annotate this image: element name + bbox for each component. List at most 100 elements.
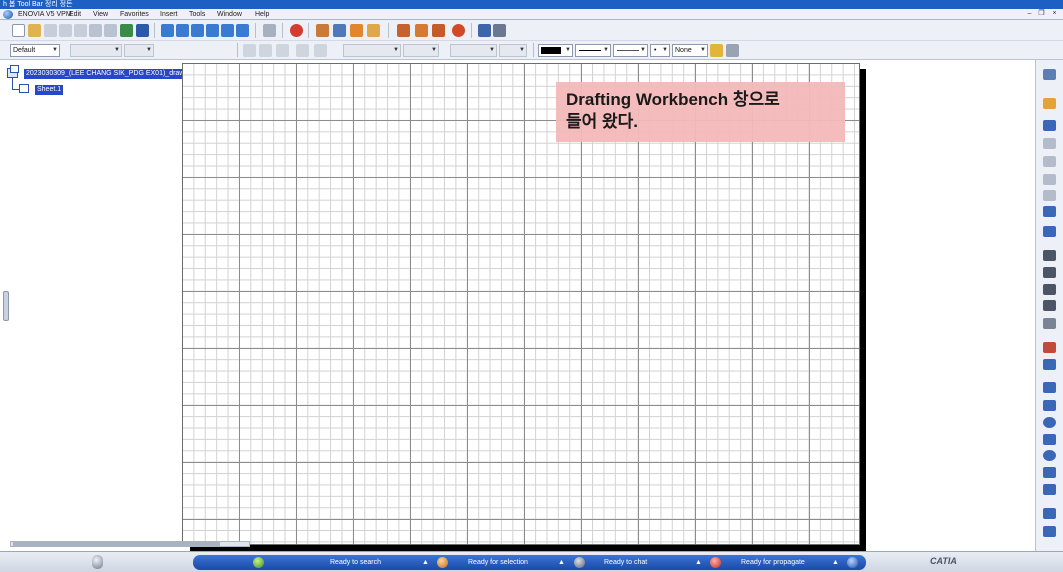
compass-icon[interactable]: [92, 555, 103, 569]
roughness-icon[interactable]: [1043, 318, 1056, 329]
green-orb-icon[interactable]: [253, 557, 264, 568]
dimension-icon[interactable]: [1043, 284, 1056, 295]
tools-palette-icon[interactable]: [478, 24, 491, 37]
caret-up-icon[interactable]: ▲: [832, 555, 839, 570]
table-insert-icon[interactable]: [1043, 267, 1056, 278]
caret-up-icon[interactable]: ▲: [422, 555, 429, 570]
whats-this-icon[interactable]: [120, 24, 133, 37]
scrollbar-thumb[interactable]: [13, 542, 220, 546]
close-icon[interactable]: ×: [1050, 10, 1059, 18]
datum-feature-icon[interactable]: [1043, 300, 1056, 311]
copy-icon[interactable]: [59, 24, 72, 37]
zoom-area-icon[interactable]: [221, 24, 234, 37]
point-icon[interactable]: [1043, 484, 1056, 495]
sheet-planner-icon[interactable]: [1043, 120, 1056, 131]
menu-enovia[interactable]: ENOVIA V5 VPM: [18, 9, 72, 20]
precision-combo[interactable]: ▼: [499, 44, 527, 57]
zoom-in-icon[interactable]: [191, 24, 204, 37]
select-icon[interactable]: [1043, 69, 1056, 80]
painter-icon[interactable]: [710, 44, 723, 57]
ellipse-icon[interactable]: [1043, 450, 1056, 461]
status-chat[interactable]: Ready to chat: [604, 555, 647, 570]
new-icon[interactable]: [12, 24, 25, 37]
collaboration-icon[interactable]: [847, 557, 858, 568]
minimize-icon[interactable]: –: [1025, 10, 1034, 18]
clipping-view-icon[interactable]: [1043, 190, 1056, 201]
align-left-icon[interactable]: [243, 44, 256, 57]
sheet-icon[interactable]: [333, 24, 346, 37]
view-creation-icon[interactable]: [350, 24, 363, 37]
anchor-point-icon[interactable]: [259, 44, 272, 57]
line-icon[interactable]: [1043, 467, 1056, 478]
help-icon[interactable]: [136, 24, 149, 37]
open-icon[interactable]: [28, 24, 41, 37]
redo-icon[interactable]: [104, 24, 117, 37]
propagate-icon[interactable]: [710, 557, 721, 568]
area-fill-icon[interactable]: [1043, 359, 1056, 370]
status-propagate[interactable]: Ready for propagate: [741, 555, 805, 570]
profile-icon[interactable]: [1043, 382, 1056, 393]
restore-icon[interactable]: ❐: [1037, 10, 1046, 18]
menu-view[interactable]: View: [93, 9, 108, 20]
new-sheet-icon[interactable]: [1043, 226, 1056, 237]
thickness-combo[interactable]: ▼: [613, 44, 648, 57]
mark-icon[interactable]: [290, 24, 303, 37]
caret-up-icon[interactable]: ▲: [558, 555, 565, 570]
color-combo[interactable]: ▼: [538, 44, 573, 57]
pattern-combo[interactable]: None ▼: [672, 44, 708, 57]
axis-icon[interactable]: [1043, 342, 1056, 353]
insert-symbol-icon[interactable]: [296, 44, 309, 57]
point-style-combo[interactable]: • ▼: [650, 44, 670, 57]
menu-insert[interactable]: Insert: [160, 9, 178, 20]
paste-icon[interactable]: [74, 24, 87, 37]
tolerance-value-combo[interactable]: ▼: [403, 44, 439, 57]
style-combo[interactable]: Default ▼: [10, 44, 60, 57]
dimension-properties-icon[interactable]: [314, 44, 327, 57]
menu-help[interactable]: Help: [255, 9, 269, 20]
pan-icon[interactable]: [176, 24, 189, 37]
select-arrow-icon[interactable]: [1043, 98, 1056, 109]
spline-icon[interactable]: [1043, 434, 1056, 445]
catia-logo-icon[interactable]: [3, 10, 13, 19]
tree-sheet-label[interactable]: Sheet.1: [35, 85, 64, 95]
graphic-properties-icon[interactable]: [726, 44, 739, 57]
grid-icon[interactable]: [316, 24, 329, 37]
analysis-icon[interactable]: [452, 24, 465, 37]
menu-edit[interactable]: Edit: [69, 9, 81, 20]
menu-favorites[interactable]: Favorites: [120, 9, 149, 20]
visualization-icon[interactable]: [493, 24, 506, 37]
chat-icon[interactable]: [574, 557, 585, 568]
projection-view-icon[interactable]: [1043, 138, 1056, 149]
detail-icon[interactable]: [397, 24, 410, 37]
status-selection[interactable]: Ready for selection: [468, 555, 528, 570]
caret-up-icon[interactable]: ▲: [695, 555, 702, 570]
dress-up-icon[interactable]: [367, 24, 380, 37]
menu-tools[interactable]: Tools: [189, 9, 205, 20]
selection-icon[interactable]: [437, 557, 448, 568]
tolerance-combo[interactable]: ▼: [343, 44, 401, 57]
frame-icon[interactable]: [276, 44, 289, 57]
corner-icon[interactable]: [1043, 508, 1056, 519]
chamfer-icon[interactable]: [1043, 526, 1056, 537]
panel-collapse-handle[interactable]: [3, 291, 9, 321]
zoom-out-icon[interactable]: [206, 24, 219, 37]
text-icon[interactable]: [1043, 250, 1056, 261]
section-view-icon[interactable]: [1043, 156, 1056, 167]
rectangle-icon[interactable]: [1043, 400, 1056, 411]
numerical-display-combo[interactable]: ▼: [450, 44, 497, 57]
menu-window[interactable]: Window: [217, 9, 242, 20]
table-icon[interactable]: [432, 24, 445, 37]
sheet-node-icon[interactable]: [19, 84, 29, 93]
detail-view-icon[interactable]: [1043, 174, 1056, 185]
undo-icon[interactable]: [89, 24, 102, 37]
circle-icon[interactable]: [1043, 417, 1056, 428]
status-search[interactable]: Ready to search: [330, 555, 381, 570]
linetype-combo[interactable]: ▼: [575, 44, 611, 57]
update-icon[interactable]: [263, 24, 276, 37]
horizontal-scrollbar[interactable]: [10, 541, 250, 547]
drawing-document-icon[interactable]: [7, 65, 19, 78]
cut-icon[interactable]: [44, 24, 57, 37]
view-wizard-icon[interactable]: [1043, 206, 1056, 217]
fit-all-icon[interactable]: [161, 24, 174, 37]
font-name-combo[interactable]: ▼: [70, 44, 122, 57]
